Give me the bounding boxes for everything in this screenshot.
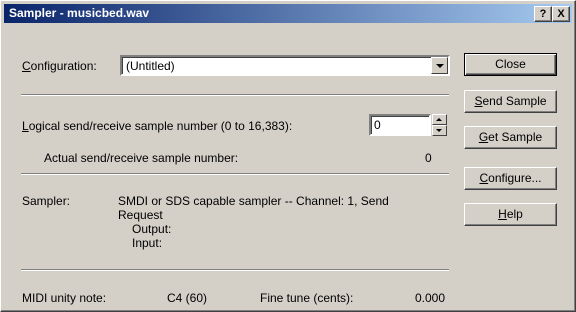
- logical-sample-spinner[interactable]: [432, 114, 447, 136]
- actual-sample-label: Actual send/receive sample number:: [44, 151, 239, 165]
- send-sample-button[interactable]: Send Sample: [464, 90, 557, 113]
- help-button[interactable]: Help: [464, 203, 557, 226]
- chevron-down-icon[interactable]: [431, 57, 448, 74]
- configuration-value: (Untitled): [126, 59, 175, 73]
- close-button[interactable]: Close: [464, 53, 557, 76]
- input-label: Input:: [132, 236, 163, 250]
- midi-unity-value: C4 (60): [167, 291, 208, 305]
- midi-unity-label: MIDI unity note:: [22, 291, 107, 305]
- title-bar[interactable]: Sampler - musicbed.wav ? X: [4, 4, 572, 23]
- logical-sample-input[interactable]: 0: [369, 114, 431, 136]
- sampler-description-line2: Request: [118, 208, 163, 222]
- actual-sample-value: 0: [425, 151, 432, 165]
- separator: [21, 94, 449, 96]
- spin-down-icon[interactable]: [432, 125, 447, 136]
- output-label: Output:: [132, 222, 172, 236]
- fine-tune-value: 0.000: [415, 291, 446, 305]
- separator: [21, 269, 449, 271]
- sampler-dialog: Sampler - musicbed.wav ? X Configuration…: [0, 0, 576, 312]
- configuration-select[interactable]: (Untitled): [120, 55, 450, 76]
- help-title-button[interactable]: ?: [534, 6, 552, 22]
- get-sample-button[interactable]: Get Sample: [464, 126, 557, 149]
- close-title-button[interactable]: X: [552, 6, 570, 22]
- separator: [21, 173, 449, 175]
- sampler-label: Sampler:: [22, 194, 71, 208]
- fine-tune-label: Fine tune (cents):: [260, 291, 354, 305]
- window-title: Sampler - musicbed.wav: [9, 6, 150, 20]
- logical-sample-label: Logical send/receive sample number (0 to…: [22, 119, 293, 133]
- sampler-description-line1: SMDI or SDS capable sampler -- Channel: …: [118, 194, 389, 208]
- configuration-label: Configuration:: [22, 59, 97, 73]
- spin-up-icon[interactable]: [432, 114, 447, 125]
- configure-button[interactable]: Configure...: [464, 167, 557, 190]
- logical-sample-value: 0: [374, 118, 381, 132]
